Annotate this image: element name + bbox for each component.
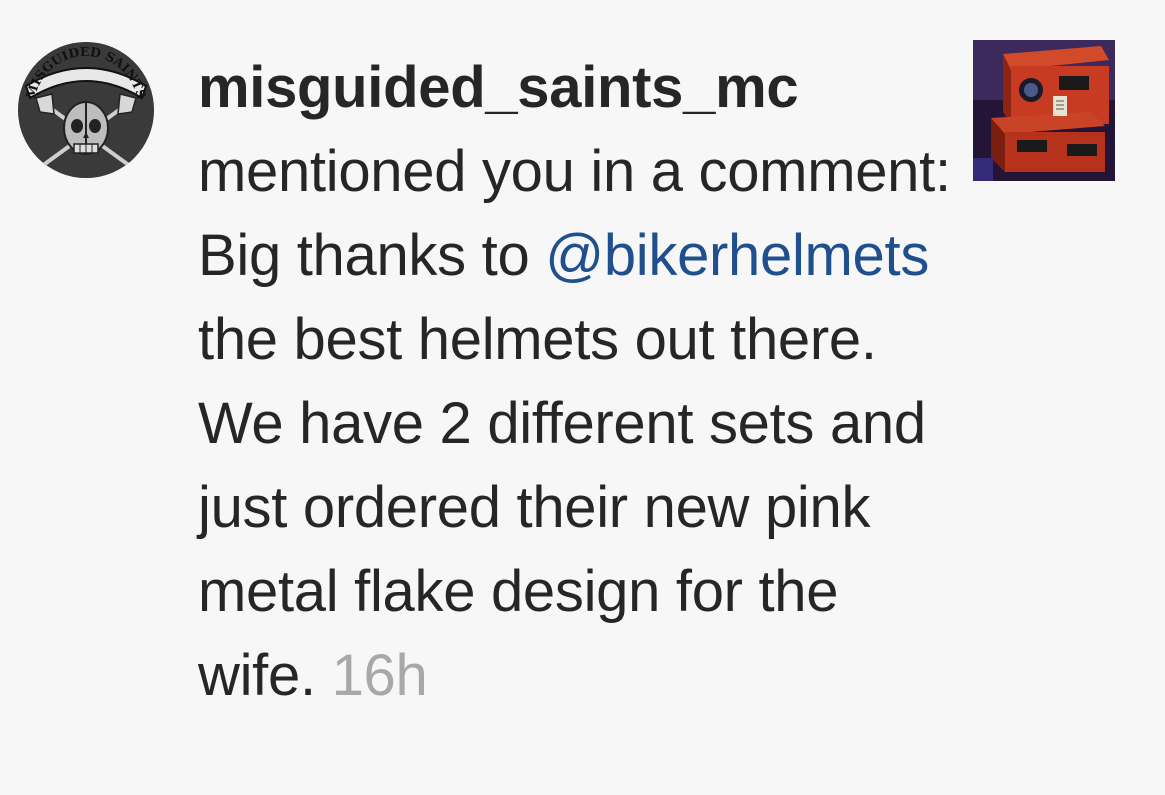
post-thumbnail[interactable] — [973, 40, 1115, 181]
comment-text-before-mention: Big thanks to — [198, 223, 530, 288]
username-link[interactable]: misguided_saints_mc — [198, 55, 799, 120]
action-text: mentioned you in a comment: — [198, 139, 951, 204]
mention-link[interactable]: @bikerhelmets — [545, 223, 929, 288]
activity-notification[interactable]: MISGUIDED SAINTS misguided_saints_mc men… — [0, 0, 1165, 795]
post-thumbnail-icon — [973, 40, 1115, 181]
club-logo-icon: MISGUIDED SAINTS — [18, 42, 154, 178]
comment-text-after-mention: the best helmets out there. We have 2 di… — [198, 307, 926, 708]
timestamp: 16h — [331, 643, 428, 708]
notification-text: misguided_saints_mc mentioned you in a c… — [198, 46, 958, 718]
user-avatar[interactable]: MISGUIDED SAINTS — [18, 42, 154, 178]
